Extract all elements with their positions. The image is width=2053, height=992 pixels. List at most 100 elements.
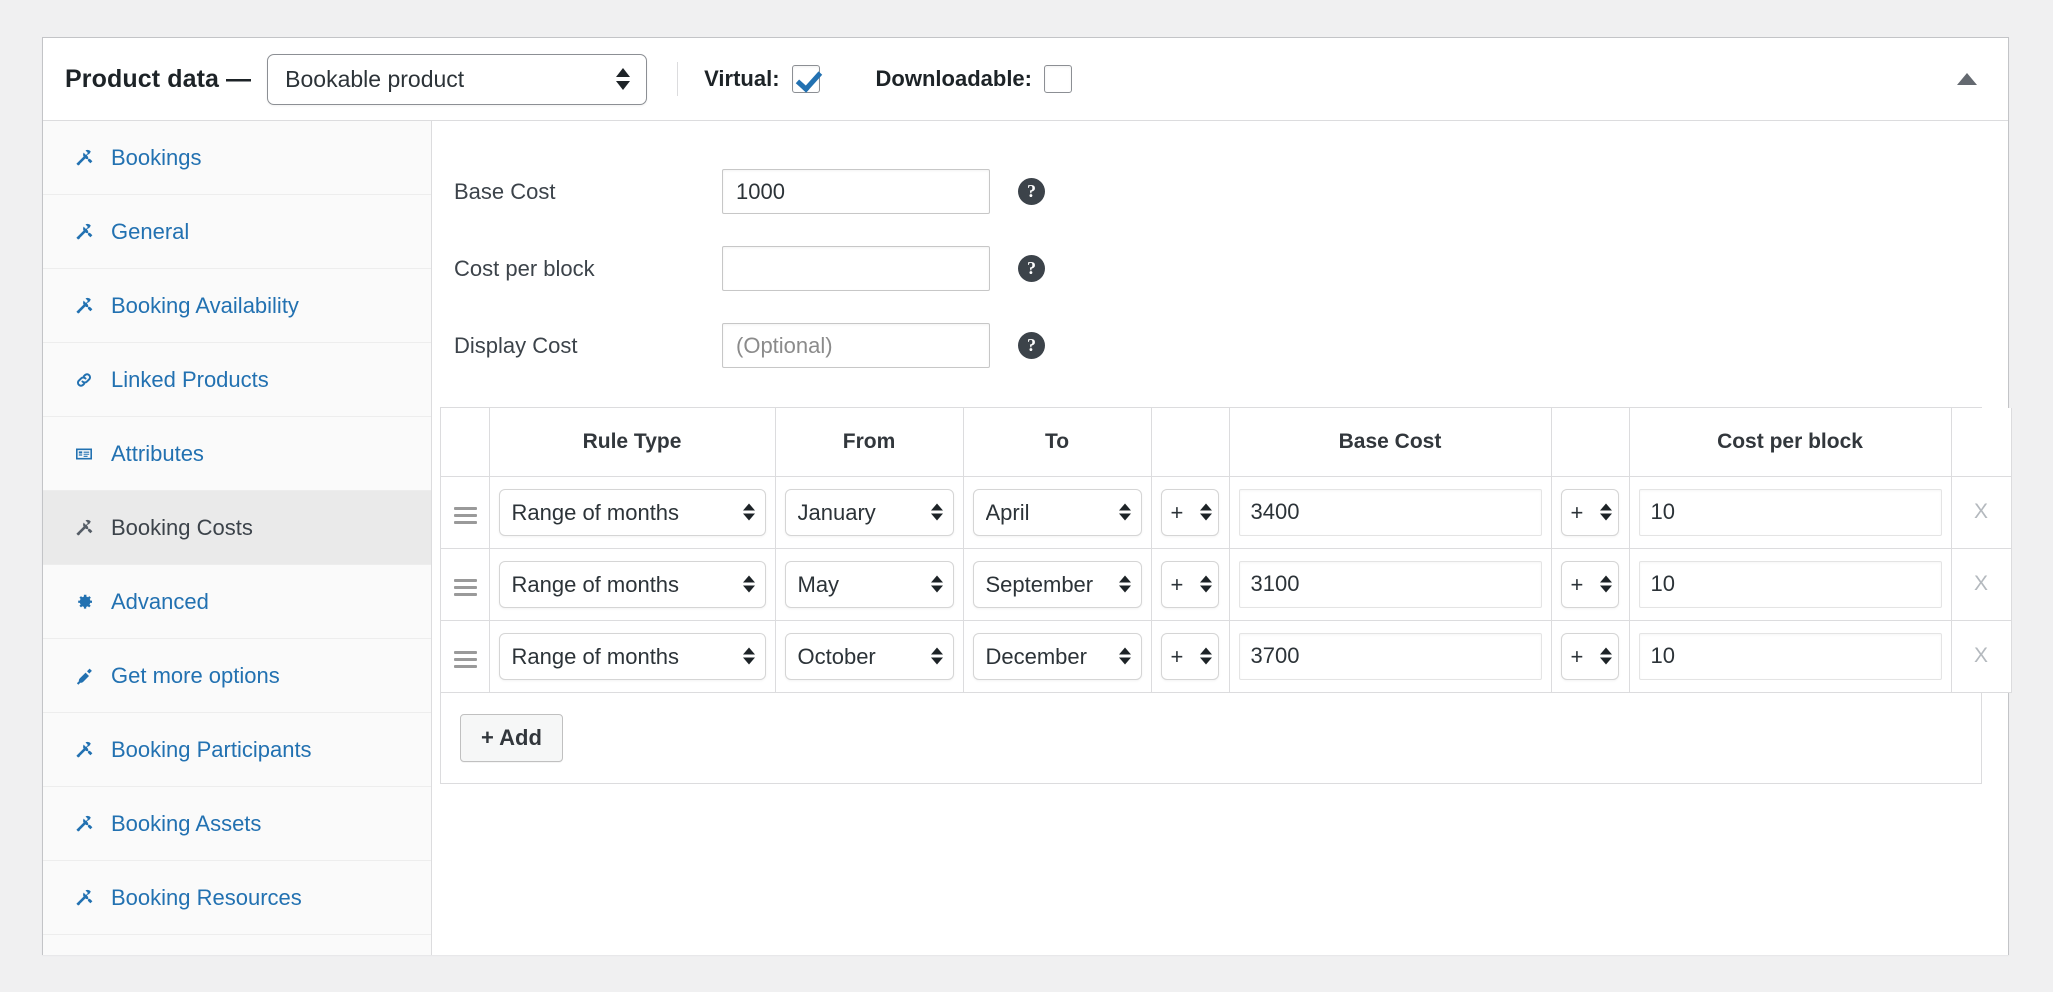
rule-type-cell: Range of months xyxy=(489,620,776,693)
row-cost-per-block-input[interactable] xyxy=(1638,560,1942,608)
virtual-checkbox-group: Virtual: xyxy=(704,65,820,93)
delete-cell: X xyxy=(1951,620,2012,693)
wrench-icon xyxy=(70,888,98,908)
sidebar-item-booking-participants[interactable]: Booking Participants xyxy=(43,713,431,787)
sidebar-item-get-more-options[interactable]: Get more options xyxy=(43,639,431,713)
from-month-select[interactable]: October xyxy=(784,632,954,680)
sidebar-item-advanced[interactable]: Advanced xyxy=(43,565,431,639)
row-base-cost-input[interactable] xyxy=(1238,488,1542,536)
delete-cell: X xyxy=(1951,476,2012,549)
rule-type-select[interactable]: Range of months xyxy=(498,560,766,608)
rule-type-select[interactable]: Range of months xyxy=(498,632,766,680)
base-cost-modifier-select[interactable]: + xyxy=(1160,488,1219,536)
display-cost-field-row: Display Cost ? xyxy=(432,307,2008,384)
sidebar-item-attributes[interactable]: Attributes xyxy=(43,417,431,491)
wrench-icon xyxy=(70,740,98,760)
sidebar-item-booking-availability[interactable]: Booking Availability xyxy=(43,269,431,343)
sidebar-item-label: Bookings xyxy=(111,144,202,170)
cost-per-block-input[interactable] xyxy=(722,246,990,291)
sidebar-item-label: Get more options xyxy=(111,662,280,688)
to-cell: September xyxy=(963,548,1152,621)
sidebar-item-general[interactable]: General xyxy=(43,195,431,269)
base-cost-input[interactable] xyxy=(722,169,990,214)
sidebar-item-linked-products[interactable]: Linked Products xyxy=(43,343,431,417)
table-row: Range of months January April + 3400 + 1… xyxy=(441,476,2012,549)
product-data-header: Product data — Bookable product Virtual:… xyxy=(43,38,2008,121)
sidebar-item-booking-resources[interactable]: Booking Resources xyxy=(43,861,431,935)
virtual-checkbox[interactable] xyxy=(791,65,820,93)
column-header-to: To xyxy=(963,408,1152,477)
downloadable-checkbox[interactable] xyxy=(1044,65,1072,93)
cost-rules-table: Rule Type From To Base Cost Cost per blo… xyxy=(441,408,2012,693)
from-cell: January xyxy=(775,476,964,549)
product-data-metabox: Product data — Bookable product Virtual:… xyxy=(42,37,2012,955)
virtual-label: Virtual: xyxy=(704,66,780,91)
sidebar-item-label: Attributes xyxy=(111,440,204,466)
rule-type-select[interactable]: Range of months xyxy=(498,488,766,536)
row-drag-cell xyxy=(441,476,490,549)
base-modifier-cell: + xyxy=(1151,548,1230,621)
table-footer: + Add xyxy=(441,692,1981,784)
product-type-select[interactable]: Bookable product xyxy=(267,53,648,105)
delete-row-button[interactable]: X xyxy=(1974,500,1988,523)
plug-icon xyxy=(70,666,98,686)
base-cost-cell xyxy=(1229,548,1552,621)
from-month-select[interactable]: January xyxy=(784,488,954,536)
help-icon[interactable]: ? xyxy=(1018,178,1045,205)
product-data-body: Bookings General Booking Availability Li… xyxy=(43,121,2012,955)
to-month-select[interactable]: April xyxy=(972,488,1142,536)
base-cost-field-row: Base Cost ? xyxy=(432,153,2008,230)
from-cell: October xyxy=(775,620,964,693)
cost-per-block-label: Cost per block xyxy=(454,255,595,281)
drag-handle-icon[interactable] xyxy=(450,647,481,672)
from-month-select[interactable]: May xyxy=(784,560,954,608)
block-modifier-cell: + xyxy=(1551,548,1630,621)
block-cost-modifier-select[interactable]: + xyxy=(1560,632,1619,680)
downloadable-label: Downloadable: xyxy=(875,66,1032,91)
add-rule-button[interactable]: + Add xyxy=(460,713,563,762)
delete-row-button[interactable]: X xyxy=(1974,644,1988,667)
collapse-panel-toggle[interactable] xyxy=(1950,62,1984,96)
to-cell: December xyxy=(963,620,1152,693)
base-cost-cell xyxy=(1229,620,1552,693)
display-cost-input[interactable] xyxy=(722,323,990,368)
to-month-select[interactable]: December xyxy=(972,632,1142,680)
base-modifier-cell: + xyxy=(1151,620,1230,693)
row-drag-cell xyxy=(441,620,490,693)
base-cost-modifier-select[interactable]: + xyxy=(1160,632,1219,680)
cost-per-block-field-row: Cost per block ? xyxy=(432,230,2008,307)
row-cost-per-block-input[interactable] xyxy=(1638,632,1942,680)
to-month-select[interactable]: September xyxy=(972,560,1142,608)
downloadable-checkbox-group: Downloadable: xyxy=(876,65,1072,93)
rule-type-cell: Range of months xyxy=(489,476,776,549)
product-data-tabs-sidebar: Bookings General Booking Availability Li… xyxy=(43,121,432,955)
sidebar-item-booking-assets[interactable]: Booking Assets xyxy=(43,787,431,861)
base-cost-label: Base Cost xyxy=(454,178,556,204)
sidebar-item-label: Booking Assets xyxy=(111,810,262,836)
base-cost-modifier-select[interactable]: + xyxy=(1160,560,1219,608)
block-cost-modifier-select[interactable]: + xyxy=(1560,488,1619,536)
drag-handle-icon[interactable] xyxy=(450,503,481,528)
sidebar-item-label: Booking Availability xyxy=(111,292,299,318)
table-row: Range of months October December + 3700 … xyxy=(441,620,2012,693)
drag-handle-icon[interactable] xyxy=(450,575,481,600)
help-icon[interactable]: ? xyxy=(1018,332,1045,359)
row-base-cost-input[interactable] xyxy=(1238,560,1542,608)
row-cost-per-block-input[interactable] xyxy=(1638,488,1942,536)
delete-row-button[interactable]: X xyxy=(1974,572,1988,595)
block-cost-modifier-select[interactable]: + xyxy=(1560,560,1619,608)
column-header-from: From xyxy=(775,408,964,477)
display-cost-label: Display Cost xyxy=(454,332,578,358)
table-header-row: Rule Type From To Base Cost Cost per blo… xyxy=(441,408,2012,477)
row-base-cost-input[interactable] xyxy=(1238,632,1542,680)
cost-per-block-cell xyxy=(1629,620,1952,693)
help-icon[interactable]: ? xyxy=(1018,255,1045,282)
from-cell: May xyxy=(775,548,964,621)
sidebar-item-label: Booking Costs xyxy=(111,514,253,540)
sidebar-item-booking-costs[interactable]: Booking Costs xyxy=(43,491,431,565)
sidebar-item-bookings[interactable]: Bookings xyxy=(43,121,431,195)
column-header-base-modifier xyxy=(1151,408,1230,477)
column-header-base-cost: Base Cost xyxy=(1229,408,1552,477)
link-icon xyxy=(70,370,98,390)
product-data-page: Product data — Bookable product Virtual:… xyxy=(0,0,2053,992)
